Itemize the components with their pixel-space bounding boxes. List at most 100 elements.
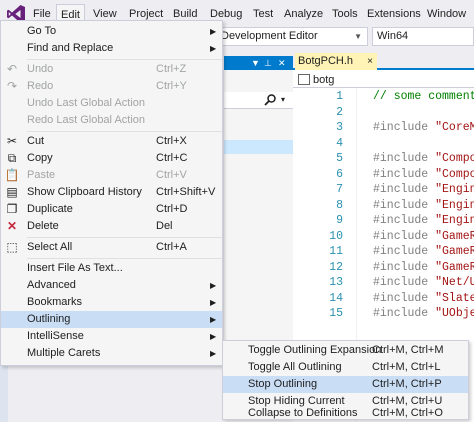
dropdown-arrow-icon[interactable]: ▼ [251, 56, 260, 70]
menu-test[interactable]: Test [249, 5, 277, 23]
menu-analyze[interactable]: Analyze [280, 5, 327, 23]
menu-item-label: Toggle Outlining Expansion [248, 344, 382, 356]
menu-item-label: Toggle All Outlining [248, 361, 342, 373]
platform-value: Win64 [377, 30, 409, 42]
menu-separator [27, 258, 222, 259]
file-tab[interactable]: BotgPCH.h × [295, 53, 377, 70]
menu-item-label: Cut [27, 135, 45, 147]
menu-item-label: Multiple Carets [27, 347, 101, 359]
code-string: "Slate [435, 292, 474, 305]
scissors-icon: ✂ [6, 134, 18, 148]
menu-tools[interactable]: Tools [328, 5, 362, 23]
code-directive: #include [373, 245, 436, 258]
code-line: #include "GameR [373, 245, 474, 258]
close-icon[interactable]: ✕ [278, 56, 286, 70]
bottom-left-strip [0, 362, 8, 422]
menu-item-label: Redo Last Global Action [27, 114, 146, 126]
line-number: 7 [336, 183, 343, 196]
code-line: #include "Compo [373, 152, 474, 165]
chevron-down-icon[interactable]: ▾ [281, 93, 285, 107]
chevron-down-icon: ▼ [354, 32, 362, 41]
menu-separator [27, 237, 222, 238]
undo-icon: ↶ [6, 62, 18, 76]
menu-item-label: Advanced [27, 279, 76, 291]
code-line: // some comment [373, 90, 474, 103]
selected-tree-row[interactable] [224, 140, 293, 154]
code-directive: #include [373, 199, 436, 212]
code-line: #include "Net/U [373, 276, 474, 289]
code-line: #include "CoreM [373, 121, 474, 134]
menu-item-shortcut: Ctrl+M, Ctrl+O [372, 407, 443, 419]
code-string: "Engin [435, 183, 474, 196]
code-directive: #include [373, 230, 436, 243]
menu-separator [27, 131, 222, 132]
menu-extensions[interactable]: Extensions [363, 5, 425, 23]
submenu-arrow-icon: ▶ [210, 44, 217, 53]
line-number: 12 [329, 261, 343, 274]
menu-window[interactable]: Window [423, 5, 470, 23]
platform-combo[interactable]: Win64 [372, 27, 474, 46]
menu-item-label: Select All [27, 241, 73, 253]
menu-item-label: Go To [27, 25, 57, 37]
line-number: 14 [329, 292, 343, 305]
menu-item-label: Paste [27, 169, 56, 181]
submenu-arrow-icon: ▶ [210, 27, 217, 36]
menu-item-label: Bookmarks [27, 296, 83, 308]
code-string: "GameR [435, 230, 474, 243]
line-number: 1 [336, 90, 343, 103]
line-number: 11 [329, 245, 343, 258]
menu-item-label: Stop Outlining [248, 378, 318, 390]
menu-item-shortcut: Ctrl+Y [156, 80, 187, 92]
code-line: #include "GameR [373, 261, 474, 274]
submenu-arrow-icon: ▶ [210, 298, 217, 307]
menu-item-shortcut: Del [156, 220, 173, 232]
menu-separator [27, 59, 222, 60]
code-string: "Compo [435, 152, 474, 165]
code-directive: #include [373, 168, 436, 181]
menu-item-shortcut: Ctrl+M, Ctrl+L [372, 361, 441, 373]
line-number: 5 [336, 152, 343, 165]
menu-item-label: Undo [27, 63, 54, 75]
nav-project-label[interactable]: botg [313, 72, 334, 88]
paste-icon: 📋 [4, 168, 20, 182]
line-number: 10 [329, 230, 343, 243]
menu-item-label: Outlining [27, 313, 71, 325]
menu-item-shortcut: Ctrl+Shift+V [156, 186, 216, 198]
code-directive: #include [373, 183, 436, 196]
delete-icon: ✕ [6, 219, 18, 233]
submenu-arrow-icon: ▶ [210, 315, 217, 324]
code-line: #include "Slate [373, 292, 474, 305]
line-number: 15 [329, 307, 343, 320]
code-line: #include "Engin [373, 214, 474, 227]
code-string: "UObje [435, 307, 474, 320]
menu-item-shortcut: Ctrl+C [156, 152, 188, 164]
menu-item-label: Collapse to Definitions [248, 407, 358, 419]
pin-icon[interactable]: ⊥ [264, 56, 272, 70]
menu-item-shortcut: Ctrl+A [156, 241, 187, 253]
menu-item-label: Show Clipboard History [27, 186, 142, 198]
submenu-arrow-icon: ▶ [210, 332, 217, 341]
line-number: 4 [336, 137, 343, 150]
code-string: "GameR [435, 261, 474, 274]
line-number: 2 [336, 106, 343, 119]
code-directive: #include [373, 152, 436, 165]
search-icon[interactable] [263, 93, 277, 107]
code-directive: #include [373, 121, 436, 134]
line-number: 6 [336, 168, 343, 181]
redo-icon: ↷ [6, 79, 18, 93]
code-directive: #include [373, 292, 436, 305]
code-line: #include "Engin [373, 183, 474, 196]
configuration-combo[interactable]: Development Editor ▼ [216, 27, 368, 46]
code-string: "Compo [435, 168, 474, 181]
submenu-arrow-icon: ▶ [210, 349, 217, 358]
code-line: #include "Compo [373, 168, 474, 181]
close-icon[interactable]: × [367, 53, 373, 70]
menu-item-label: Copy [27, 152, 53, 164]
code-string: "CoreM [435, 121, 474, 134]
menu-item-shortcut: Ctrl+M, Ctrl+M [372, 344, 444, 356]
code-string: "Engin [435, 214, 474, 227]
menu-item-label: Redo [27, 80, 54, 92]
line-number: 13 [329, 276, 343, 289]
code-directive: #include [373, 214, 436, 227]
select-all-icon: ⬚ [6, 240, 18, 254]
